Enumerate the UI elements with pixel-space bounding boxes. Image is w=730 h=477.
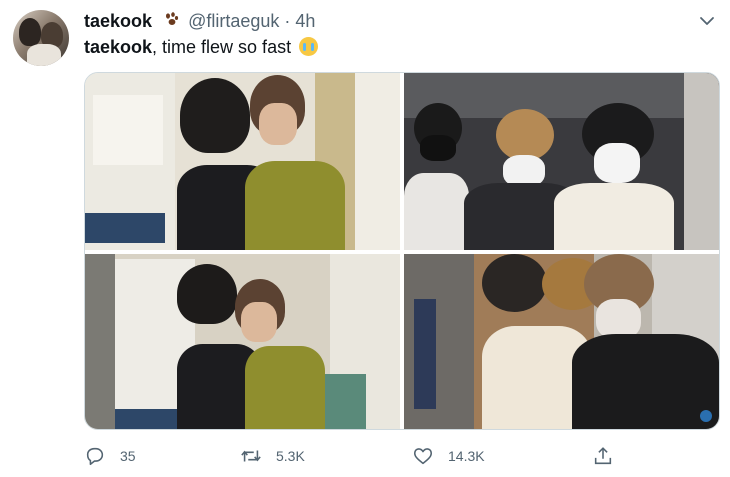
- tweet-header: taekook @flirtaeguk · 4h: [84, 10, 315, 34]
- share-button[interactable]: [592, 444, 614, 468]
- retweet-button[interactable]: 5.3K: [240, 444, 305, 468]
- tweet-text-bold: taekook: [84, 37, 153, 57]
- separator-dot: ·: [284, 11, 291, 31]
- reply-button[interactable]: 35: [84, 444, 136, 468]
- paw-prints-icon: [163, 12, 179, 34]
- like-count: 14.3K: [448, 448, 485, 464]
- like-icon: [413, 448, 433, 465]
- chevron-down-icon[interactable]: [698, 12, 716, 30]
- retweet-count: 5.3K: [276, 448, 305, 464]
- retweet-icon: [241, 450, 261, 462]
- reply-icon: [86, 447, 104, 466]
- photo-4[interactable]: [404, 254, 719, 429]
- avatar-shoulders: [27, 44, 61, 66]
- display-name[interactable]: taekook: [84, 11, 152, 31]
- photo-1[interactable]: [85, 73, 400, 250]
- avatar[interactable]: [13, 10, 69, 66]
- action-bar: 35 5.3K 14.3K: [84, 444, 704, 468]
- avatar-figure-left: [19, 18, 41, 46]
- media-grid: [84, 72, 720, 430]
- like-button[interactable]: 14.3K: [412, 444, 485, 468]
- photo-2[interactable]: [404, 73, 719, 250]
- handle[interactable]: @flirtaeguk: [188, 11, 279, 31]
- timestamp[interactable]: 4h: [295, 11, 315, 31]
- reply-count: 35: [120, 448, 136, 464]
- share-icon: [594, 447, 612, 465]
- tweet-text: taekook, time flew so fast: [84, 36, 319, 58]
- loudly-crying-face-emoji: [299, 37, 319, 56]
- tweet-text-rest: , time flew so fast: [152, 37, 292, 57]
- photo-3[interactable]: [85, 254, 400, 429]
